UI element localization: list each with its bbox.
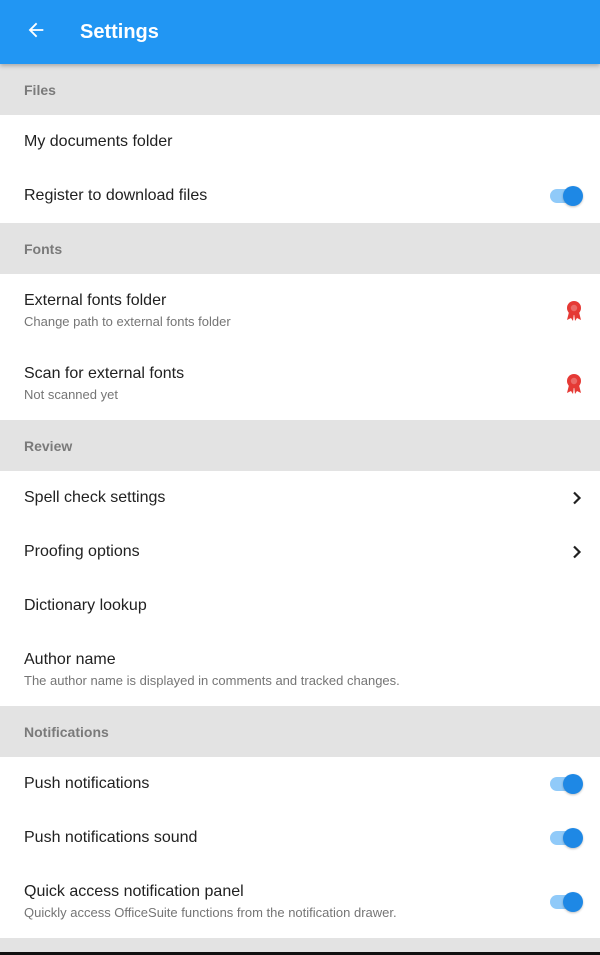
push-notifications-item[interactable]: Push notifications [0, 757, 600, 811]
push-notifications-toggle[interactable] [548, 772, 584, 796]
item-label: Quick access notification panel [24, 883, 244, 900]
item-label: External fonts folder [24, 292, 167, 309]
item-label: Proofing options [24, 543, 140, 560]
register-download-item[interactable]: Register to download files [0, 169, 600, 223]
item-label: Author name [24, 651, 116, 668]
chevron-right-icon [570, 491, 584, 505]
external-fonts-folder-item[interactable]: External fonts folder Change path to ext… [0, 274, 600, 347]
page-title: Settings [80, 20, 159, 43]
item-label: Register to download files [24, 187, 208, 204]
scan-external-fonts-item[interactable]: Scan for external fonts Not scanned yet [0, 347, 600, 420]
chevron-right-icon [570, 545, 584, 559]
quick-access-toggle[interactable] [548, 890, 584, 914]
back-button[interactable] [0, 0, 72, 64]
author-name-item[interactable]: Author name The author name is displayed… [0, 633, 600, 706]
item-summary: The author name is displayed in comments… [24, 673, 400, 688]
section-header-notifications: Notifications [0, 706, 600, 757]
section-header-fonts: Fonts [0, 223, 600, 274]
quick-access-panel-item[interactable]: Quick access notification panel Quickly … [0, 865, 600, 938]
dictionary-lookup-item[interactable]: Dictionary lookup [0, 579, 600, 633]
premium-badge-icon [564, 300, 584, 322]
app-bar: Settings [0, 0, 600, 64]
item-label: My documents folder [24, 133, 173, 150]
push-sound-toggle[interactable] [548, 826, 584, 850]
switch-thumb [563, 828, 583, 848]
item-summary: Not scanned yet [24, 387, 118, 402]
item-summary: Change path to external fonts folder [24, 314, 231, 329]
settings-list: Files My documents folder Register to do… [0, 64, 600, 955]
section-header-files: Files [0, 64, 600, 115]
item-label: Spell check settings [24, 489, 166, 506]
premium-badge-icon [564, 373, 584, 395]
item-label: Dictionary lookup [24, 597, 147, 614]
my-documents-folder-item[interactable]: My documents folder [0, 115, 600, 169]
push-notifications-sound-item[interactable]: Push notifications sound [0, 811, 600, 865]
register-download-toggle[interactable] [548, 184, 584, 208]
proofing-options-item[interactable]: Proofing options [0, 525, 600, 579]
item-summary: Quickly access OfficeSuite functions fro… [24, 905, 397, 920]
switch-thumb [563, 186, 583, 206]
switch-thumb [563, 891, 583, 912]
spell-check-settings-item[interactable]: Spell check settings [0, 471, 600, 525]
item-label: Scan for external fonts [24, 365, 185, 382]
section-header-review: Review [0, 420, 600, 471]
arrow-back-icon [25, 19, 47, 46]
item-label: Push notifications sound [24, 829, 198, 846]
item-label: Push notifications [24, 775, 150, 792]
switch-thumb [563, 774, 583, 794]
